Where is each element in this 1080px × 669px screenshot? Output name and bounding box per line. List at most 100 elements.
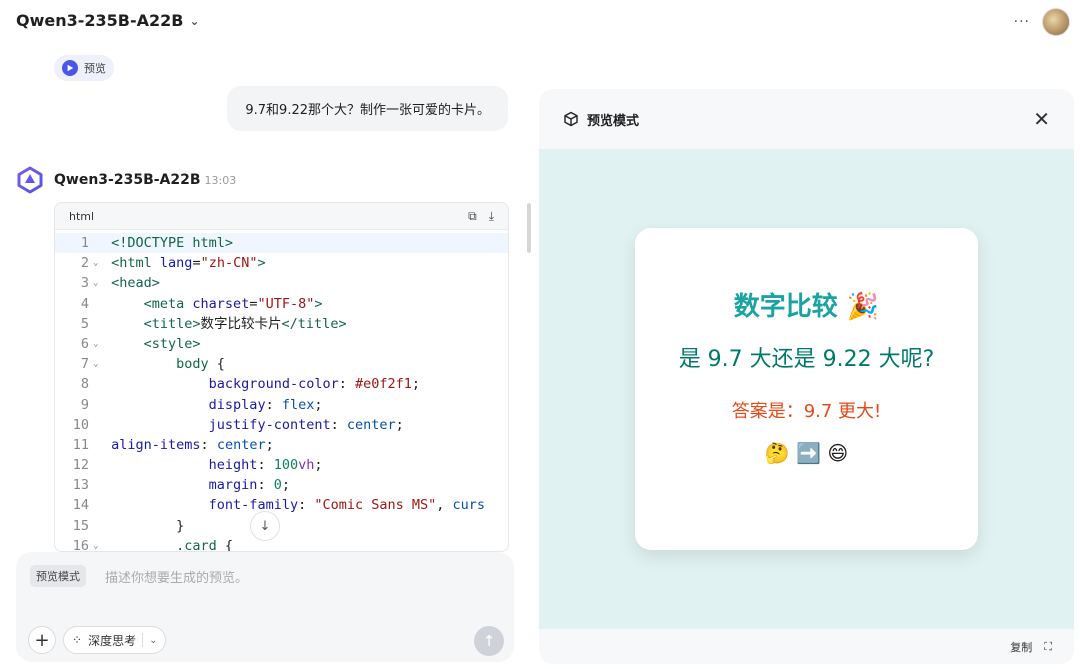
code-text: margin: 0; (208, 477, 290, 494)
copy-icon[interactable]: ⧉ (468, 209, 477, 224)
line-number: 9 (80, 396, 89, 413)
preview-pill-label: 预览 (84, 62, 106, 75)
preview-canvas: 数字比较 🎉 是 9.7 大还是 9.22 大呢? 答案是：9.7 更大! 🤔 … (539, 149, 1074, 629)
code-text: height: 100vh; (208, 457, 323, 474)
code-text: <html lang="zh-CN"> (111, 255, 266, 272)
code-text: <meta charset="UTF-8"> (143, 295, 323, 312)
preview-panel-footer: 复制 ⛶ (539, 629, 1074, 664)
code-line: 5 <title>数字比较卡片</title> (55, 314, 508, 334)
plus-icon: + (34, 629, 50, 651)
card-title: 数字比较 🎉 (733, 292, 880, 322)
code-language: html (69, 209, 95, 223)
arrow-up-icon: ↑ (482, 632, 496, 650)
fold-chevron-icon[interactable]: ⌄ (93, 354, 103, 374)
copy-button[interactable]: 复制 (1010, 639, 1032, 655)
fold-chevron-icon[interactable]: ⌄ (93, 253, 103, 273)
line-number: 12 (72, 457, 89, 474)
line-number: 6 (80, 335, 89, 352)
card-answer: 答案是：9.7 更大! (731, 401, 882, 422)
chat-input[interactable]: 描述你想要生成的预览。 (105, 567, 248, 586)
code-line: 8 background-color: #e0f2f1; (55, 374, 508, 394)
line-number: 11 (72, 436, 89, 453)
code-line: 4 <meta charset="UTF-8"> (55, 294, 508, 314)
code-text: <!DOCTYPE html> (111, 235, 234, 251)
code-header: html ⧉ ⤓ (55, 203, 508, 230)
user-message: 9.7和9.22那个大？制作一张可爱的卡片。 (227, 86, 508, 131)
code-line: 15 } (55, 516, 508, 536)
download-icon[interactable]: ⤓ (489, 209, 494, 224)
code-text: font-family: "Comic Sans MS", curs (208, 497, 486, 514)
code-text: display: flex; (208, 396, 323, 413)
code-text: } (103, 517, 185, 534)
code-text: background-color: #e0f2f1; (208, 376, 421, 393)
code-line: 2 ⌄ <html lang="zh-CN"> (55, 253, 508, 273)
play-icon (62, 60, 78, 76)
comparison-card: 数字比较 🎉 是 9.7 大还是 9.22 大呢? 答案是：9.7 更大! 🤔 … (635, 228, 978, 550)
assistant-name: Qwen3-235B-A22B 13:03 (54, 172, 237, 188)
code-line: 12 height: 100vh; (55, 455, 508, 475)
preview-panel: 预览模式 ✕ 数字比较 🎉 是 9.7 大还是 9.22 大呢? 答案是：9.7… (539, 89, 1074, 664)
card-emoji: 🤔 ➡️ 😄 (764, 441, 849, 465)
code-line: 9 display: flex; (55, 395, 508, 415)
code-line: 10 justify-content: center; (55, 415, 508, 435)
fold-chevron-icon[interactable]: ⌄ (93, 536, 103, 551)
chevron-down-icon: ⌄ (189, 13, 200, 28)
model-name: Qwen3-235B-A22B (16, 11, 184, 30)
chat-scrollbar[interactable] (527, 203, 531, 253)
deep-think-label: 深度思考 (88, 633, 137, 648)
cube-icon (564, 111, 578, 127)
code-line: 16 ⌄ .card { (55, 536, 508, 552)
card-question: 是 9.7 大还是 9.22 大呢? (678, 347, 935, 372)
line-number: 5 (80, 315, 89, 332)
line-number: 13 (72, 477, 89, 494)
preview-panel-header: 预览模式 ✕ (539, 89, 1074, 149)
line-number: 7 (80, 356, 89, 373)
code-line: 3 ⌄ <head> (55, 273, 508, 293)
fullscreen-icon[interactable]: ⛶ (1044, 640, 1052, 654)
atom-icon: ⁘ (72, 633, 83, 647)
code-line: 6 ⌄ <style> (55, 334, 508, 354)
chevron-down-icon[interactable]: ⌄ (149, 635, 157, 646)
code-block: html ⧉ ⤓ 1 <!DOCTYPE html> 2 ⌄ <html lang=… (54, 202, 509, 552)
preview-mode-tag[interactable]: 预览模式 (30, 565, 86, 587)
message-timestamp: 13:03 (204, 174, 237, 187)
line-number: 10 (72, 416, 89, 433)
preview-panel-title: 预览模式 (563, 110, 639, 129)
code-line: 1 <!DOCTYPE html> (55, 233, 508, 254)
line-number: 16 (72, 537, 89, 552)
code-text: .card { (176, 537, 234, 552)
preview-pill-button[interactable]: 预览 (54, 55, 114, 81)
model-selector[interactable]: Qwen3-235B-A22B ⌄ (16, 11, 200, 30)
arrow-down-icon: ↓ (259, 518, 271, 534)
add-attachment-button[interactable]: + (28, 626, 56, 654)
code-text: justify-content: center; (208, 416, 404, 433)
line-number: 15 (72, 517, 89, 534)
chat-input-area[interactable]: 预览模式 描述你想要生成的预览。 + ⁘ 深度思考 ⌄ ↑ (16, 552, 514, 662)
fold-chevron-icon[interactable]: ⌄ (93, 334, 103, 354)
close-icon[interactable]: ✕ (1033, 107, 1050, 131)
line-number: 2 (80, 255, 89, 272)
code-line: 13 margin: 0; (55, 475, 508, 495)
assistant-header: Qwen3-235B-A22B 13:03 (16, 166, 236, 194)
scroll-down-button[interactable]: ↓ (250, 511, 280, 541)
user-message-text: 9.7和9.22那个大？制作一张可爱的卡片。 (245, 103, 490, 118)
line-number: 3 (80, 275, 89, 292)
code-text: body { (176, 356, 225, 373)
top-right-actions: ··· (1014, 8, 1070, 36)
more-icon[interactable]: ··· (1014, 14, 1030, 30)
code-content: 1 <!DOCTYPE html> 2 ⌄ <html lang="zh-CN"> 3… (55, 230, 508, 552)
code-line: 7 ⌄ body { (55, 354, 508, 374)
line-number: 14 (72, 497, 89, 514)
fold-chevron-icon[interactable]: ⌄ (93, 273, 103, 293)
deep-think-button[interactable]: ⁘ 深度思考 ⌄ (63, 626, 167, 654)
avatar[interactable] (1042, 8, 1070, 36)
send-button[interactable]: ↑ (474, 626, 504, 656)
